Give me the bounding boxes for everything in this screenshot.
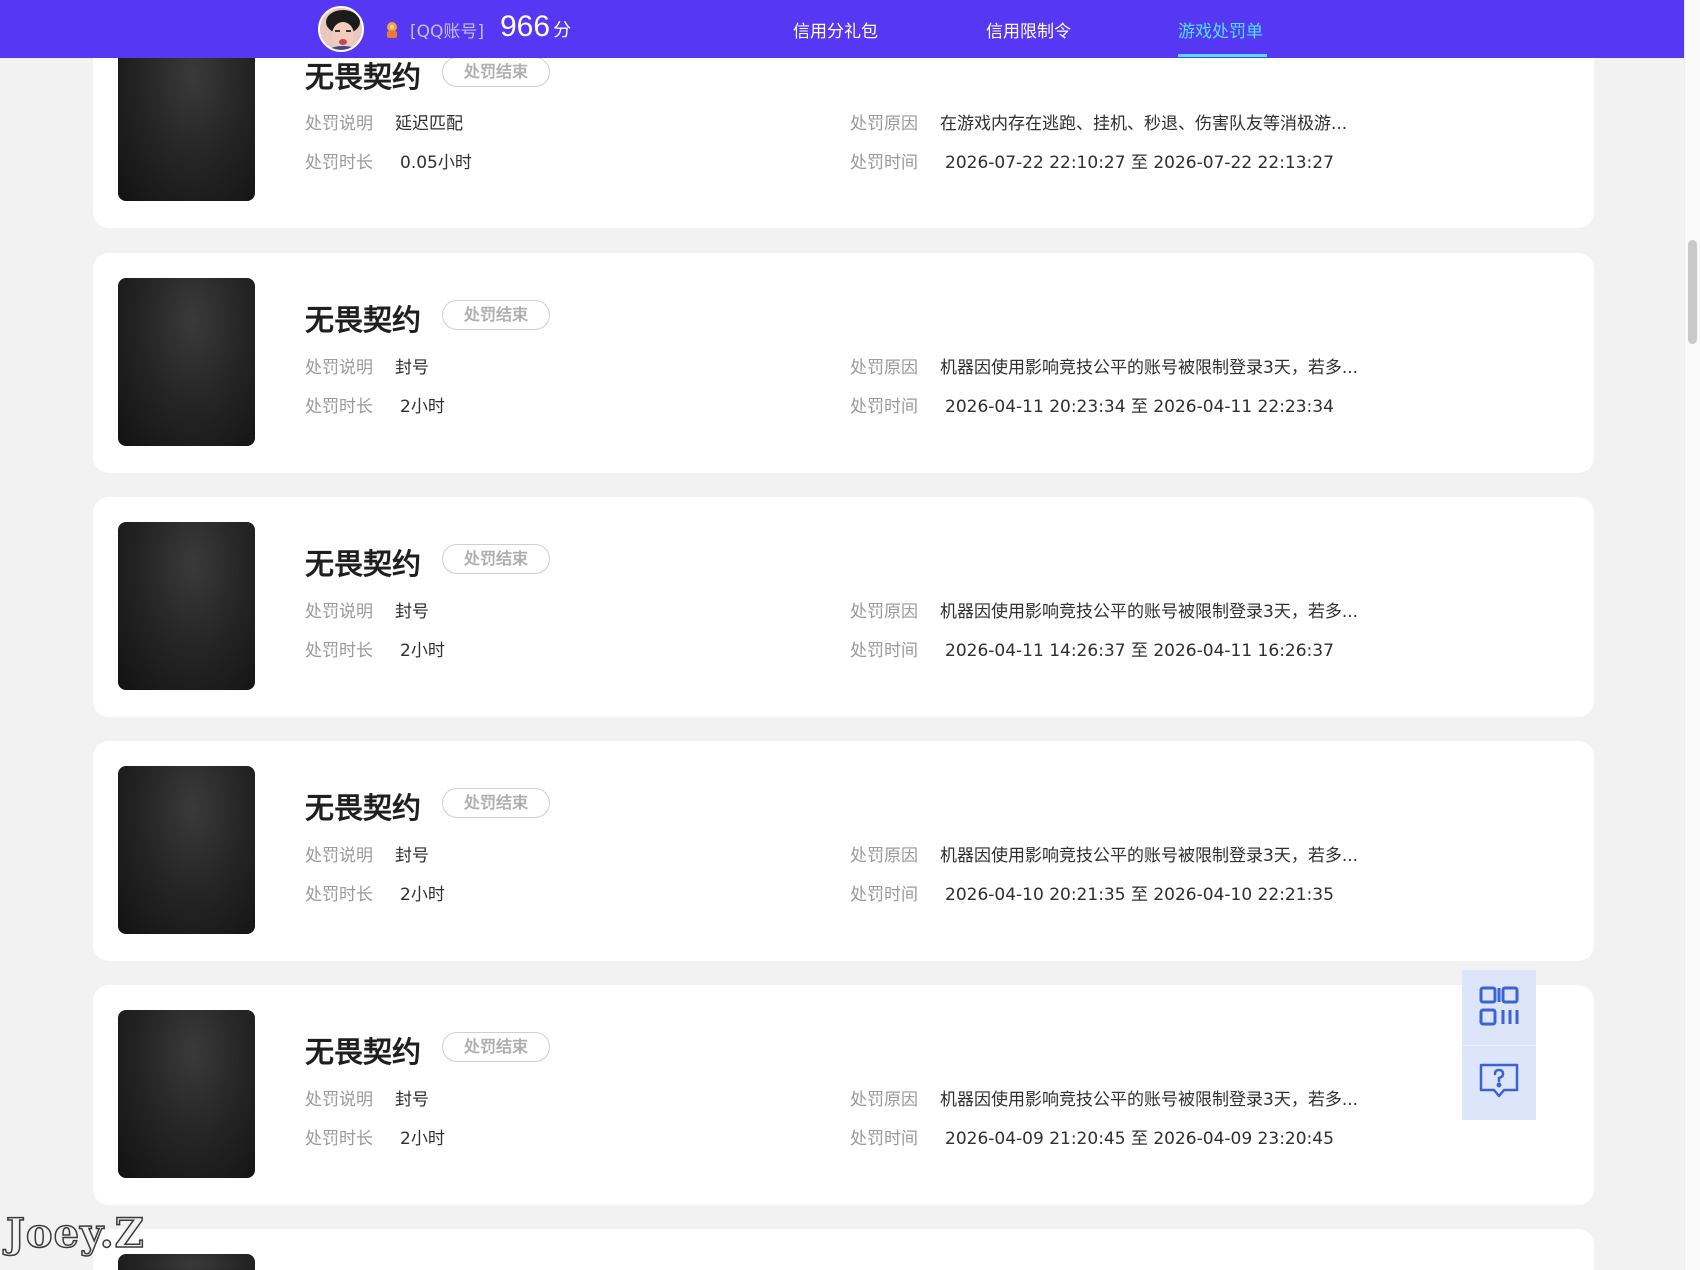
status-badge: 处罚结束 <box>442 300 550 330</box>
status-badge: 处罚结束 <box>442 788 550 818</box>
watermark: Joey.Z <box>5 1209 145 1258</box>
account-type-label: [QQ账号] <box>410 22 485 42</box>
penalty-desc-value: 延迟匹配 <box>395 114 463 134</box>
penalty-time-value: 2026-04-11 20:23:34 至 2026-04-11 22:23:3… <box>945 397 1334 417</box>
penalty-reason-value: 机器因使用影响竞技公平的账号被限制登录3天，若多... <box>940 846 1359 866</box>
penalty-desc-label: 处罚说明 <box>305 846 373 866</box>
penalty-record[interactable]: 无畏契约 处罚结束 处罚说明 封号 处罚时长 2小时 处罚原因 机器因使用影响竞… <box>93 741 1594 961</box>
penalty-duration-label: 处罚时长 <box>305 397 373 417</box>
penalty-record[interactable] <box>93 1229 1594 1270</box>
qr-code-icon <box>1478 985 1520 1031</box>
penalty-desc-value: 封号 <box>395 358 429 378</box>
help-chat-icon <box>1477 1061 1521 1105</box>
qr-code-button[interactable] <box>1462 970 1536 1045</box>
game-title: 无畏契约 <box>305 60 422 94</box>
penalty-time-label: 处罚时间 <box>850 397 918 417</box>
penalty-desc-value: 封号 <box>395 846 429 866</box>
credit-score: 966 分 <box>500 10 571 44</box>
penalty-duration-value: 2小时 <box>400 885 445 905</box>
penalty-time-label: 处罚时间 <box>850 885 918 905</box>
penalty-record[interactable]: 无畏契约 处罚结束 处罚说明 封号 处罚时长 2小时 处罚原因 机器因使用影响竞… <box>93 497 1594 717</box>
penalty-reason-label: 处罚原因 <box>850 358 918 378</box>
nav-credit-gift[interactable]: 信用分礼包 <box>793 17 878 42</box>
penalty-duration-label: 处罚时长 <box>305 885 373 905</box>
penalty-duration-label: 处罚时长 <box>305 641 373 661</box>
penalty-desc-value: 封号 <box>395 1090 429 1110</box>
nav-credit-restriction[interactable]: 信用限制令 <box>986 17 1071 42</box>
credit-score-unit: 分 <box>553 20 572 40</box>
help-button[interactable] <box>1462 1045 1536 1120</box>
game-cover-image <box>118 522 255 690</box>
penalty-duration-value: 2小时 <box>400 397 445 417</box>
game-cover-image <box>118 33 255 201</box>
penalty-desc-value: 封号 <box>395 602 429 622</box>
penalty-reason-value: 机器因使用影响竞技公平的账号被限制登录3天，若多... <box>940 358 1359 378</box>
game-cover-image <box>118 1010 255 1178</box>
game-title: 无畏契约 <box>305 547 422 581</box>
status-badge: 处罚结束 <box>442 1032 550 1062</box>
medal-icon <box>382 20 402 40</box>
scrollbar-track[interactable] <box>1684 0 1700 1270</box>
penalty-duration-value: 2小时 <box>400 641 445 661</box>
credit-score-value: 966 <box>500 10 551 43</box>
penalty-time-value: 2026-04-10 20:21:35 至 2026-04-10 22:21:3… <box>945 885 1334 905</box>
penalty-reason-value: 机器因使用影响竞技公平的账号被限制登录3天，若多... <box>940 602 1359 622</box>
game-cover-image <box>118 766 255 934</box>
game-cover-image <box>118 278 255 446</box>
penalty-duration-value: 0.05小时 <box>400 153 472 173</box>
nav-game-penalty[interactable]: 游戏处罚单 <box>1178 17 1263 42</box>
penalty-time-value: 2026-04-11 14:26:37 至 2026-04-11 16:26:3… <box>945 641 1334 661</box>
penalty-time-label: 处罚时间 <box>850 153 918 173</box>
penalty-time-value: 2026-04-09 21:20:45 至 2026-04-09 23:20:4… <box>945 1129 1334 1149</box>
game-title: 无畏契约 <box>305 791 422 825</box>
penalty-reason-value: 在游戏内存在逃跑、挂机、秒退、伤害队友等消极游... <box>940 114 1348 134</box>
status-badge: 处罚结束 <box>442 57 550 87</box>
penalty-record[interactable]: 无畏契约 处罚结束 处罚说明 封号 处罚时长 2小时 处罚原因 机器因使用影响竞… <box>93 985 1594 1205</box>
penalty-desc-label: 处罚说明 <box>305 1090 373 1110</box>
penalty-duration-value: 2小时 <box>400 1129 445 1149</box>
nav-active-underline <box>1178 54 1267 57</box>
penalty-duration-label: 处罚时长 <box>305 153 373 173</box>
penalty-time-label: 处罚时间 <box>850 1129 918 1149</box>
avatar-image <box>320 8 362 50</box>
top-nav-bar: [QQ账号] 966 分 信用分礼包 信用限制令 游戏处罚单 <box>0 0 1684 58</box>
penalty-desc-label: 处罚说明 <box>305 114 373 134</box>
game-title: 无畏契约 <box>305 303 422 337</box>
penalty-reason-value: 机器因使用影响竞技公平的账号被限制登录3天，若多... <box>940 1090 1359 1110</box>
penalty-desc-label: 处罚说明 <box>305 358 373 378</box>
penalty-reason-label: 处罚原因 <box>850 1090 918 1110</box>
penalty-reason-label: 处罚原因 <box>850 114 918 134</box>
penalty-reason-label: 处罚原因 <box>850 602 918 622</box>
penalty-time-value: 2026-07-22 22:10:27 至 2026-07-22 22:13:2… <box>945 153 1334 173</box>
status-badge: 处罚结束 <box>442 544 550 574</box>
penalty-time-label: 处罚时间 <box>850 641 918 661</box>
avatar[interactable] <box>318 6 364 52</box>
penalty-reason-label: 处罚原因 <box>850 846 918 866</box>
scrollbar-thumb[interactable] <box>1688 240 1697 344</box>
floating-actions <box>1462 970 1536 1120</box>
game-title: 无畏契约 <box>305 1035 422 1069</box>
page: [QQ账号] 966 分 信用分礼包 信用限制令 游戏处罚单 无畏契约 处罚结束 … <box>0 0 1700 1270</box>
penalty-duration-label: 处罚时长 <box>305 1129 373 1149</box>
penalty-record[interactable]: 无畏契约 处罚结束 处罚说明 封号 处罚时长 2小时 处罚原因 机器因使用影响竞… <box>93 253 1594 473</box>
penalty-desc-label: 处罚说明 <box>305 602 373 622</box>
